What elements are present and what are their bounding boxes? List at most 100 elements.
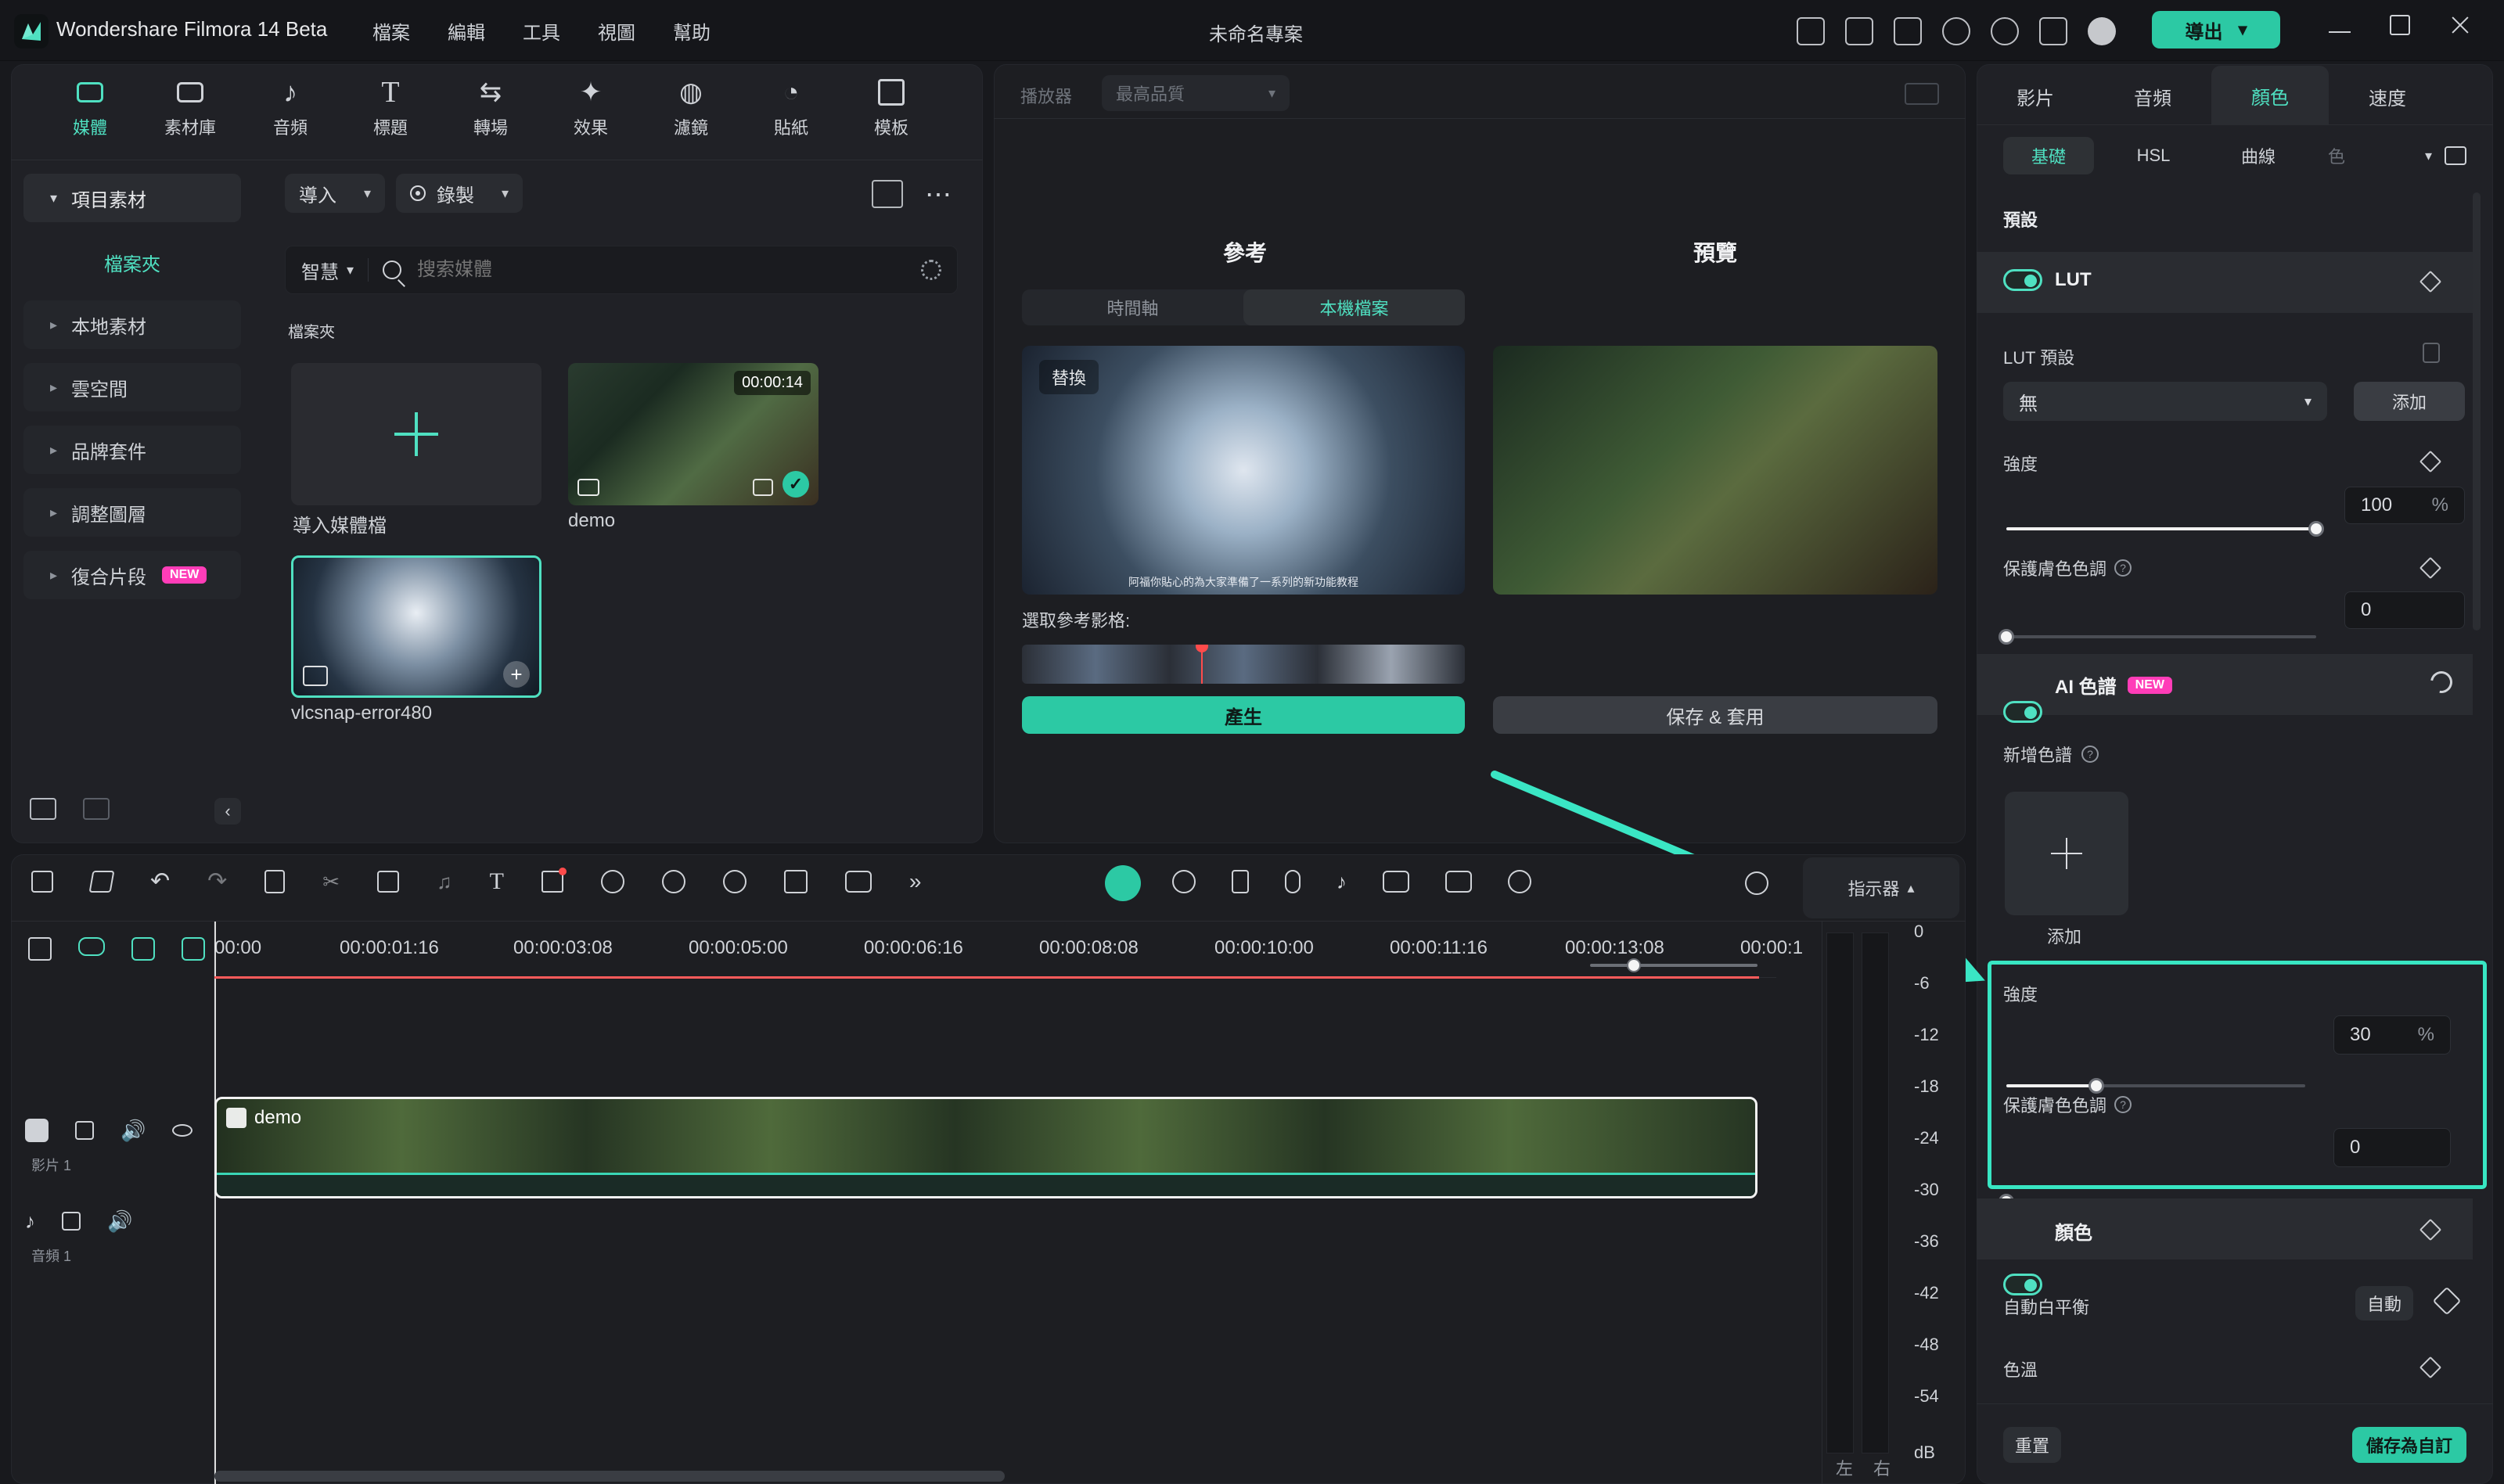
tab-timeline[interactable]: 時間軸: [1022, 289, 1243, 325]
undo-icon[interactable]: ↶: [150, 870, 170, 893]
new-folder-icon[interactable]: [30, 798, 56, 820]
tree-item-cloud[interactable]: ▸ 雲空間: [23, 363, 241, 411]
lut-skin-knob[interactable]: [1999, 629, 2014, 645]
import-dropdown[interactable]: 導入 ▾: [285, 174, 385, 213]
lut-strength-knob[interactable]: [2308, 521, 2324, 537]
inspector-tab-color[interactable]: 顏色: [2211, 66, 2329, 125]
collapse-left-button[interactable]: ‹: [214, 798, 241, 825]
nav-media[interactable]: 媒體: [55, 75, 125, 139]
reference-filmstrip[interactable]: [1022, 645, 1465, 684]
reference-frame[interactable]: 替換 阿福你貼心的為大家準備了一系列的新功能教程: [1022, 346, 1465, 595]
help-icon[interactable]: ?: [2114, 559, 2132, 577]
nav-title[interactable]: T 標題: [355, 75, 426, 139]
close-icon[interactable]: [2449, 14, 2471, 36]
more-icon[interactable]: ⋯: [925, 181, 952, 208]
cloud-icon[interactable]: [1942, 17, 1970, 45]
nav-library[interactable]: 素材庫: [155, 75, 225, 139]
ai-skin-input[interactable]: 0: [2333, 1128, 2451, 1167]
tree-item-local[interactable]: ▸ 本地素材: [23, 300, 241, 349]
smart-dropdown[interactable]: 智慧 ▾: [301, 257, 354, 284]
render-icon[interactable]: [1172, 870, 1196, 893]
lock-icon[interactable]: [75, 1121, 94, 1140]
menu-help[interactable]: 幫助: [673, 17, 711, 45]
playhead[interactable]: [214, 922, 216, 1484]
subtab-more[interactable]: 色: [2318, 137, 2355, 174]
image-tile[interactable]: +: [291, 555, 541, 698]
fit-icon[interactable]: [783, 870, 808, 893]
playhead-marker[interactable]: [1196, 645, 1208, 684]
export-button[interactable]: 導出 ▾: [2152, 11, 2280, 49]
subtab-curves[interactable]: 曲線: [2213, 137, 2304, 174]
preview-frame[interactable]: [1493, 346, 1937, 595]
subtab-dropdown[interactable]: ▾: [2425, 146, 2466, 165]
save-apply-button[interactable]: 保存 & 套用: [1493, 696, 1937, 734]
save-custom-button[interactable]: 儲存為自訂: [2352, 1427, 2466, 1463]
ai-strength-knob[interactable]: [2088, 1078, 2104, 1094]
folder-selected[interactable]: 檔案夾: [23, 246, 241, 278]
nav-transition[interactable]: ⇆ 轉場: [455, 75, 526, 139]
snapshot-icon[interactable]: [1383, 871, 1409, 893]
fit-to-timeline-icon[interactable]: [1445, 871, 1472, 893]
timeline-hscroll[interactable]: [214, 1471, 1005, 1482]
select-icon[interactable]: [88, 871, 115, 893]
folder-icon[interactable]: [83, 798, 110, 820]
tree-item-adjust[interactable]: ▸ 調整圖層: [23, 488, 241, 537]
color-icon[interactable]: [661, 870, 685, 893]
generate-button[interactable]: 產生: [1022, 696, 1465, 734]
save-icon[interactable]: [1894, 17, 1922, 45]
zoom-out-icon[interactable]: [1508, 870, 1531, 893]
subtab-basic[interactable]: 基礎: [2003, 137, 2094, 174]
search-input[interactable]: [416, 258, 907, 282]
lut-toggle[interactable]: [2003, 269, 2042, 291]
ai-palette-toggle[interactable]: [2003, 701, 2042, 723]
media-filter-icon[interactable]: [872, 180, 903, 208]
tab-local-files[interactable]: 本機檔案: [1243, 289, 1465, 325]
crop-icon[interactable]: [377, 871, 400, 893]
nav-template[interactable]: 模板: [856, 75, 926, 139]
ai-strength-input[interactable]: 30 %: [2333, 1015, 2451, 1055]
ai-strength-slider[interactable]: [2006, 1078, 2305, 1094]
mic-icon[interactable]: [1285, 870, 1301, 893]
subtab-hsl[interactable]: HSL: [2108, 137, 2199, 174]
more-tools-icon[interactable]: »: [909, 871, 922, 893]
speaker-icon[interactable]: 🔊: [121, 1120, 146, 1141]
split-icon[interactable]: ✂: [322, 871, 340, 892]
menu-tools[interactable]: 工具: [523, 17, 560, 45]
nav-effects[interactable]: ✦ 效果: [556, 75, 626, 139]
redo-icon[interactable]: ↷: [207, 870, 227, 893]
nav-audio[interactable]: ♪ 音頻: [255, 75, 326, 139]
record-dropdown[interactable]: 錄製 ▾: [396, 174, 523, 213]
compare-icon[interactable]: [2445, 146, 2466, 165]
indicator-dropdown[interactable]: 指示器 ▴: [1803, 857, 1959, 918]
layout-icon[interactable]: [1845, 17, 1873, 45]
music-edit-icon[interactable]: ♪: [1337, 871, 1347, 892]
inspector-tab-audio[interactable]: 音頻: [2094, 72, 2211, 120]
snap-icon[interactable]: [182, 937, 205, 961]
lut-trash-icon[interactable]: [2423, 343, 2440, 363]
lut-skin-input[interactable]: 0: [2344, 591, 2465, 629]
speaker-icon[interactable]: 🔊: [107, 1211, 132, 1231]
help-icon[interactable]: ?: [2114, 1096, 2132, 1113]
tree-item-compound[interactable]: ▸ 復合片段 NEW: [23, 551, 241, 599]
project-assets-header[interactable]: ▾ 項目素材: [23, 174, 241, 222]
replace-chip[interactable]: 替換: [1039, 360, 1099, 394]
shape-icon[interactable]: [541, 868, 567, 893]
menu-view[interactable]: 視圖: [598, 17, 635, 45]
quality-dropdown[interactable]: 最高品質 ▾: [1102, 75, 1290, 111]
video-track-icon[interactable]: [25, 1119, 49, 1142]
replace-icon[interactable]: [844, 871, 872, 893]
color-toggle[interactable]: [2003, 1274, 2042, 1295]
demo-video-tile[interactable]: 00:00:14 ✓: [568, 363, 818, 505]
awb-auto-button[interactable]: 自動: [2355, 1286, 2413, 1321]
apps-icon[interactable]: [2039, 17, 2067, 45]
delete-icon[interactable]: [264, 870, 286, 893]
lut-strength-slider[interactable]: [2006, 521, 2324, 537]
menu-edit[interactable]: 編輯: [448, 17, 485, 45]
nav-sticker[interactable]: ◔ 貼紙: [756, 75, 826, 139]
menu-file[interactable]: 檔案: [372, 17, 410, 45]
avatar[interactable]: [2088, 17, 2116, 45]
link-icon[interactable]: [78, 937, 105, 956]
lut-strength-input[interactable]: 100 %: [2344, 487, 2465, 524]
audio-detach-icon[interactable]: ♫: [437, 871, 452, 892]
inspector-scrollbar[interactable]: [2473, 192, 2481, 631]
